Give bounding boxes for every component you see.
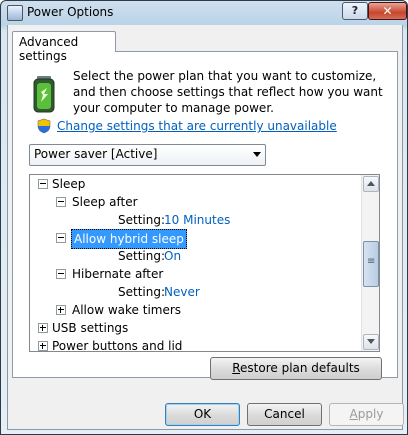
vertical-scrollbar[interactable]: [361, 175, 379, 351]
expand-icon[interactable]: [38, 323, 48, 333]
tree-item-hibernate-after[interactable]: Hibernate after: [30, 265, 360, 283]
advanced-settings-panel: Select the power plan that you want to c…: [12, 51, 398, 378]
button-label: pply: [357, 407, 384, 421]
arrow-up-icon: [367, 181, 375, 186]
ok-button[interactable]: OK: [165, 403, 240, 426]
collapse-icon[interactable]: [56, 233, 66, 243]
accelerator-key: A: [349, 407, 358, 421]
change-settings-link[interactable]: Change settings that are currently unava…: [57, 119, 337, 133]
uac-shield-icon: [37, 118, 51, 134]
arrow-down-icon: [367, 339, 375, 344]
dialog-content: Advanced settings Select the power plan …: [7, 25, 404, 430]
expand-icon[interactable]: [38, 341, 48, 351]
tree-item-label: Hibernate after: [72, 267, 164, 281]
tree-item-usb-settings[interactable]: USB settings: [30, 319, 360, 337]
dropdown-arrow-icon: [253, 152, 261, 157]
collapse-icon[interactable]: [56, 269, 66, 279]
setting-value[interactable]: On: [164, 247, 181, 265]
tree-items: Sleep Sleep after Setting: 10 Minutes Al…: [30, 175, 361, 351]
tree-item-label-selected: Allow hybrid sleep: [71, 229, 187, 249]
setting-label: Setting:: [118, 285, 166, 299]
expand-icon[interactable]: [56, 305, 66, 315]
setting-label: Setting:: [118, 249, 166, 263]
tree-item-label: Sleep after: [72, 195, 138, 209]
settings-tree[interactable]: Sleep Sleep after Setting: 10 Minutes Al…: [29, 174, 380, 352]
window-icon: [7, 5, 23, 21]
setting-label: Setting:: [118, 213, 166, 227]
help-button[interactable]: ?: [342, 2, 368, 20]
selected-plan: Power saver [Active]: [34, 147, 158, 161]
tree-item-hibernate-setting[interactable]: Setting: Never: [30, 283, 360, 301]
setting-value[interactable]: 10 Minutes: [164, 211, 230, 229]
tree-item-sleep[interactable]: Sleep: [30, 175, 360, 193]
window-title: Power Options: [27, 5, 114, 19]
cancel-button[interactable]: Cancel: [247, 403, 322, 426]
scroll-down-button[interactable]: [363, 334, 379, 350]
tree-item-label: Power buttons and lid: [52, 339, 183, 351]
tree-item-sleep-after[interactable]: Sleep after: [30, 193, 360, 211]
tree-item-sleep-after-setting[interactable]: Setting: 10 Minutes: [30, 211, 360, 229]
setting-value[interactable]: Never: [164, 283, 200, 301]
collapse-icon[interactable]: [56, 197, 66, 207]
restore-plan-defaults-button[interactable]: Restore plan defaults: [210, 357, 382, 380]
tree-item-allow-wake-timers[interactable]: Allow wake timers: [30, 301, 360, 319]
power-plan-dropdown[interactable]: Power saver [Active]: [29, 144, 266, 166]
scroll-up-button[interactable]: [363, 176, 379, 192]
tree-item-label: USB settings: [52, 321, 129, 335]
tab-label: Advanced settings: [19, 35, 79, 63]
tree-item-power-buttons[interactable]: Power buttons and lid: [30, 337, 360, 351]
accelerator-key: R: [232, 361, 241, 375]
collapse-icon[interactable]: [38, 179, 48, 189]
tree-item-allow-hybrid-sleep[interactable]: Allow hybrid sleep: [30, 229, 360, 249]
scroll-thumb[interactable]: [363, 241, 379, 287]
title-bar[interactable]: Power Options ? ✕: [1, 1, 407, 25]
tree-item-label: Allow wake timers: [72, 303, 182, 317]
tree-item-hybrid-setting[interactable]: Setting: On: [30, 247, 360, 265]
intro-text: Select the power plan that you want to c…: [73, 69, 383, 115]
power-options-window: Power Options ? ✕ Advanced settings Sele…: [0, 0, 408, 435]
apply-button[interactable]: Apply: [329, 403, 404, 426]
button-label: estore plan defaults: [240, 361, 360, 375]
battery-plug-icon: [33, 76, 55, 113]
tab-advanced-settings[interactable]: Advanced settings: [12, 31, 116, 63]
tree-item-label: Sleep: [52, 177, 86, 191]
close-button[interactable]: ✕: [368, 2, 407, 20]
